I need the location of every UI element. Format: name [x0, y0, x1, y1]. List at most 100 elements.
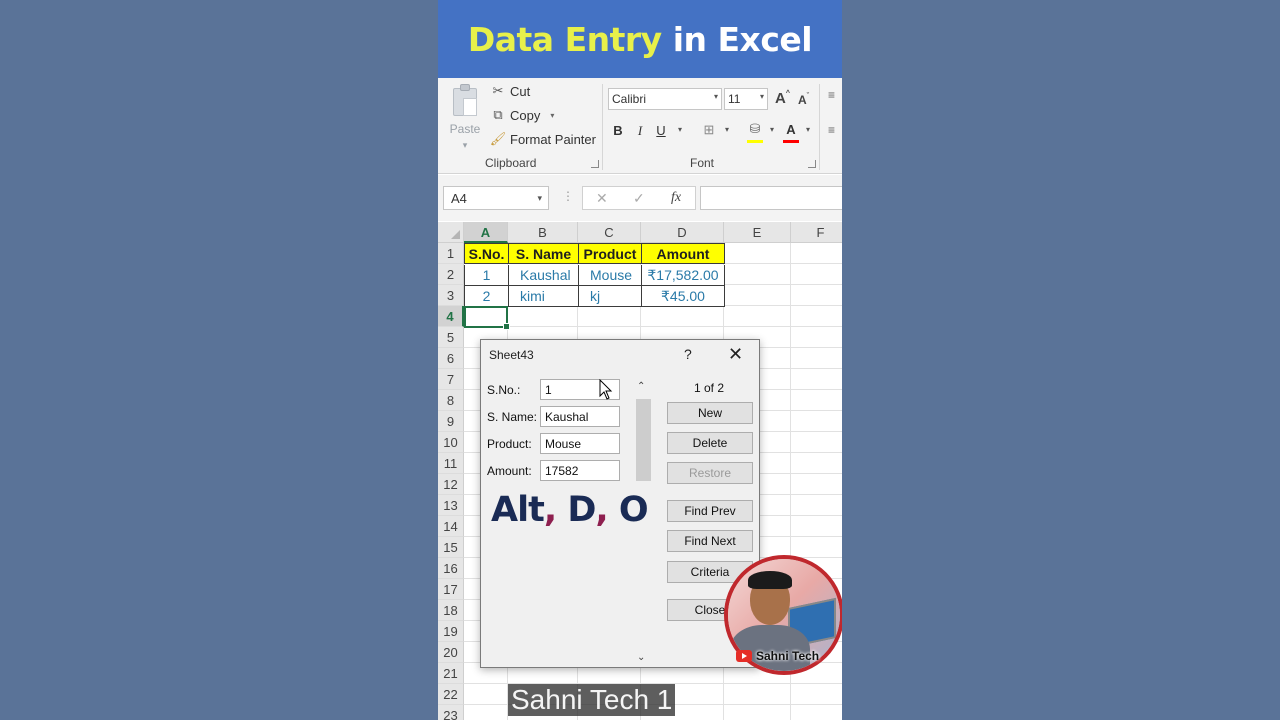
row-header-4[interactable]: 4 — [438, 306, 464, 327]
find-prev-button[interactable]: Find Prev — [667, 500, 753, 522]
header-cell[interactable]: Amount — [641, 243, 725, 264]
font-name-value: Calibri — [612, 92, 647, 106]
row-header-20[interactable]: 20 — [438, 642, 464, 663]
header-cell[interactable]: S.No. — [464, 243, 509, 264]
chevron-down-icon[interactable]: ▾ — [448, 140, 482, 151]
fill-color-icon[interactable]: ⛁ — [746, 121, 764, 137]
restore-button[interactable]: Restore — [667, 462, 753, 484]
row-header-10[interactable]: 10 — [438, 432, 464, 453]
group-divider — [819, 84, 820, 170]
row-header-16[interactable]: 16 — [438, 558, 464, 579]
column-header-a[interactable]: A — [464, 222, 508, 243]
data-cell[interactable]: 2 — [464, 286, 509, 307]
chevron-down-icon[interactable]: ▾ — [763, 125, 781, 134]
header-cell[interactable]: Product — [578, 243, 642, 264]
borders-icon[interactable]: ⊞ — [700, 122, 718, 138]
data-cell[interactable]: kj — [578, 286, 642, 307]
chevron-down-icon[interactable]: ▾ — [799, 125, 817, 134]
column-header-c[interactable]: C — [578, 222, 641, 243]
row-header-14[interactable]: 14 — [438, 516, 464, 537]
active-cell-selection[interactable] — [464, 306, 510, 330]
format-painter-button[interactable]: 🖌 Format Painter — [490, 131, 596, 147]
shrink-font-button[interactable]: Aˇ — [798, 93, 809, 107]
row-header-2[interactable]: 2 — [438, 264, 464, 285]
column-header-e[interactable]: E — [724, 222, 791, 243]
data-cell[interactable]: Kaushal — [508, 265, 579, 286]
copy-button[interactable]: ⧉ Copy ▾ — [490, 107, 554, 123]
chevron-up-icon[interactable]: ⌃ — [637, 381, 645, 392]
row-header-9[interactable]: 9 — [438, 411, 464, 432]
formula-buttons: ✕ ✓ fx — [582, 186, 696, 210]
help-icon[interactable]: ? — [684, 346, 692, 362]
select-all-button[interactable] — [438, 222, 464, 243]
row-header-23[interactable]: 23 — [438, 705, 464, 720]
enter-icon[interactable]: ✓ — [633, 190, 645, 207]
grow-font-button[interactable]: A^ — [775, 90, 790, 107]
paste-icon — [451, 84, 479, 116]
scissors-icon: ✂ — [492, 83, 504, 98]
paste-button[interactable]: Paste ▾ — [448, 84, 482, 151]
data-cell[interactable]: 1 — [464, 265, 509, 286]
chevron-down-icon: ▾ — [759, 92, 764, 101]
chevron-down-icon[interactable]: ⌄ — [637, 652, 645, 663]
scrollbar-thumb[interactable] — [636, 399, 651, 481]
indent-icon[interactable]: ≡ — [828, 123, 842, 137]
data-cell[interactable]: ₹17,582.00 — [641, 265, 725, 286]
row-header-1[interactable]: 1 — [438, 243, 464, 264]
close-icon[interactable]: ✕ — [728, 344, 743, 365]
column-header-d[interactable]: D — [641, 222, 724, 243]
field-input-product[interactable]: Mouse — [540, 433, 620, 454]
row-header-6[interactable]: 6 — [438, 348, 464, 369]
dialog-launcher-icon[interactable] — [591, 160, 599, 168]
formula-input[interactable] — [700, 186, 842, 210]
field-input-sname[interactable]: Kaushal — [540, 406, 620, 427]
more-icon[interactable]: ⋮ — [562, 189, 574, 203]
header-cell[interactable]: S. Name — [508, 243, 579, 264]
new-button[interactable]: New — [667, 402, 753, 424]
cancel-icon[interactable]: ✕ — [596, 190, 608, 207]
row-header-18[interactable]: 18 — [438, 600, 464, 621]
row-header-7[interactable]: 7 — [438, 369, 464, 390]
row-header-17[interactable]: 17 — [438, 579, 464, 600]
font-size-value: 11 — [728, 92, 741, 106]
font-size-combo[interactable]: 11 ▾ — [724, 88, 768, 110]
chevron-down-icon[interactable]: ▾ — [550, 111, 554, 120]
copy-icon: ⧉ — [493, 107, 503, 122]
row-header-11[interactable]: 11 — [438, 453, 464, 474]
font-color-swatch — [783, 140, 799, 143]
data-cell[interactable]: ₹45.00 — [641, 286, 725, 307]
title-banner: Data Entry in Excel — [438, 0, 842, 78]
row-header-19[interactable]: 19 — [438, 621, 464, 642]
row-header-13[interactable]: 13 — [438, 495, 464, 516]
underline-button[interactable]: U — [652, 123, 670, 138]
field-input-amount[interactable]: 17582 — [540, 460, 620, 481]
shortcut-key-alt: Alt — [491, 490, 545, 530]
row-header-21[interactable]: 21 — [438, 663, 464, 684]
banner-word-data: Data — [467, 20, 554, 59]
data-cell[interactable]: kimi — [508, 286, 579, 307]
cut-button[interactable]: ✂ Cut — [490, 83, 531, 99]
font-name-combo[interactable]: Calibri ▾ — [608, 88, 722, 110]
data-cell[interactable]: Mouse — [578, 265, 642, 286]
row-header-12[interactable]: 12 — [438, 474, 464, 495]
row-header-3[interactable]: 3 — [438, 285, 464, 306]
find-next-button[interactable]: Find Next — [667, 530, 753, 552]
delete-button[interactable]: Delete — [667, 432, 753, 454]
name-box[interactable]: A4 ▾ — [443, 186, 549, 210]
column-header-b[interactable]: B — [508, 222, 578, 243]
column-header-f[interactable]: F — [791, 222, 842, 243]
dialog-launcher-icon[interactable] — [808, 160, 816, 168]
row-header-5[interactable]: 5 — [438, 327, 464, 348]
row-header-15[interactable]: 15 — [438, 537, 464, 558]
chevron-down-icon[interactable]: ▾ — [718, 125, 736, 134]
row-header-22[interactable]: 22 — [438, 684, 464, 705]
paintbrush-icon: 🖌 — [489, 131, 507, 146]
italic-button[interactable]: I — [631, 123, 649, 139]
align-icon[interactable]: ≡ — [828, 88, 842, 102]
chevron-down-icon[interactable]: ▾ — [671, 125, 689, 134]
watermark: Sahni Tech 1 — [508, 684, 676, 716]
row-header-8[interactable]: 8 — [438, 390, 464, 411]
font-color-button[interactable]: A — [782, 122, 800, 137]
bold-button[interactable]: B — [609, 123, 627, 138]
insert-function-icon[interactable]: fx — [671, 190, 681, 206]
